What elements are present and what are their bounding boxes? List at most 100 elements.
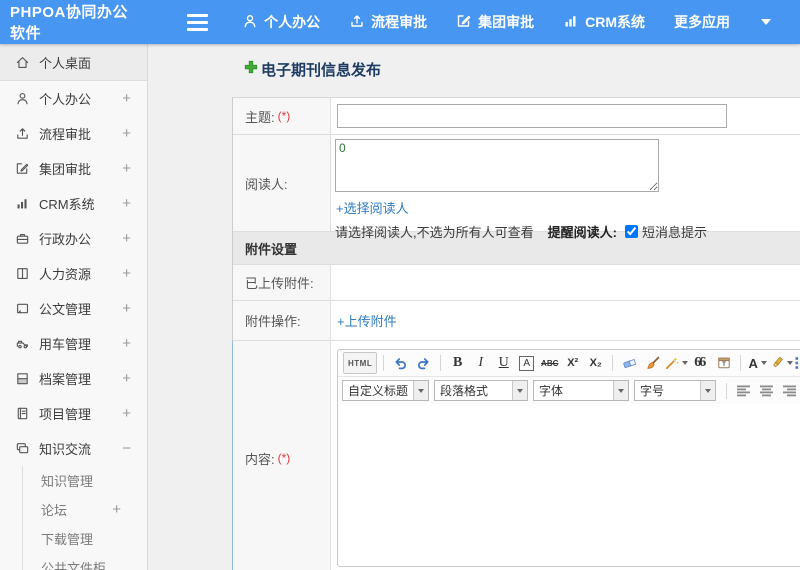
sidebar-item-project[interactable]: 项目管理 + — [0, 396, 147, 431]
main-content: 电子期刊信息发布 主题: (*) 阅读人: 0 +选择阅读人 请选择阅读人,不选… — [149, 44, 800, 570]
sidebar-item-group-approval[interactable]: 集团审批 + — [0, 151, 147, 186]
expand-toggle[interactable]: + — [122, 230, 131, 247]
bar-chart-icon — [14, 196, 30, 212]
document-icon — [14, 301, 30, 317]
paste-text-icon[interactable]: T — [713, 352, 734, 374]
strikethrough-button[interactable]: ABC — [539, 352, 560, 374]
nav-process-approval[interactable]: 流程审批 — [349, 12, 427, 32]
sms-remind-checkbox[interactable] — [624, 225, 638, 238]
bold-button[interactable]: B — [447, 352, 468, 374]
sidebar-item-label: 项目管理 — [39, 407, 92, 422]
blockquote-button[interactable]: 66 — [690, 352, 711, 374]
chat-icon — [14, 441, 30, 457]
subscript-button[interactable]: X₂ — [585, 352, 606, 374]
custom-heading-select[interactable]: 自定义标题 — [342, 380, 430, 401]
expand-toggle[interactable]: + — [122, 90, 131, 107]
nav-crm[interactable]: CRM系统 — [563, 12, 645, 32]
readers-row: 阅读人: 0 +选择阅读人 请选择阅读人,不选为所有人可查看 提醒阅读人: 短消… — [233, 135, 800, 240]
nav-personal-office[interactable]: 个人办公 — [242, 12, 320, 32]
nav-more-apps-caret[interactable] — [759, 19, 771, 25]
sidebar-item-process-approval[interactable]: 流程审批 + — [0, 116, 147, 151]
subject-label: 主题: — [245, 109, 275, 125]
briefcase-icon — [14, 231, 30, 247]
sidebar-item-knowledge[interactable]: 知识交流 − — [0, 431, 147, 466]
nav-group-approval[interactable]: 集团审批 — [456, 12, 534, 32]
nav-more-apps[interactable]: 更多应用 — [674, 12, 730, 32]
sidebar-item-label: 档案管理 — [39, 372, 92, 387]
sidebar-subitem-knowledge-mgmt[interactable]: 知识管理 — [23, 466, 147, 495]
font-style-button[interactable]: A — [516, 352, 537, 374]
undo-icon[interactable] — [390, 352, 411, 374]
expand-toggle[interactable]: + — [122, 405, 131, 422]
sidebar: 个人桌面 个人办公 + 流程审批 + 集团审批 + CRM系统 + 行政办公 + — [0, 44, 148, 570]
plus-icon — [244, 60, 258, 79]
sidebar-item-label: 行政办公 — [39, 232, 92, 247]
sidebar-subitem-public-cabinet[interactable]: 公共文件柜 — [23, 553, 147, 570]
publish-form: 主题: (*) 阅读人: 0 +选择阅读人 请选择阅读人,不选为所有人可查看 提… — [232, 97, 800, 570]
sidebar-item-desktop[interactable]: 个人桌面 — [0, 44, 147, 81]
expand-toggle[interactable]: + — [122, 300, 131, 317]
expand-toggle[interactable]: + — [122, 265, 131, 282]
caret-down-icon — [682, 361, 689, 365]
font-family-select[interactable]: 字体 — [533, 380, 630, 401]
superscript-button[interactable]: X² — [562, 352, 583, 374]
expand-toggle[interactable]: + — [112, 501, 121, 518]
font-size-select[interactable]: 字号 — [634, 380, 717, 401]
archive-icon — [14, 371, 30, 387]
topbar: PHPOA协同办公软件 个人办公 流程审批 集团审批 CRM系统 更多应用 — [0, 0, 800, 44]
sidebar-item-archives[interactable]: 档案管理 + — [0, 361, 147, 396]
attachment-ops-row: 附件操作: +上传附件 — [233, 301, 800, 341]
align-center-icon[interactable] — [756, 380, 777, 402]
sidebar-item-vehicle[interactable]: 用车管理 + — [0, 326, 147, 361]
highlight-color-icon[interactable] — [770, 352, 794, 374]
font-color-button[interactable]: A — [747, 352, 768, 374]
ordered-list-icon[interactable] — [795, 352, 800, 374]
html-source-button[interactable]: HTML — [343, 352, 378, 374]
align-left-icon[interactable] — [733, 380, 754, 402]
expand-toggle[interactable]: + — [122, 370, 131, 387]
redo-icon[interactable] — [413, 352, 434, 374]
sidebar-item-label: CRM系统 — [39, 197, 95, 212]
knowledge-submenu: 知识管理 论坛 + 下载管理 公共文件柜 — [22, 466, 147, 570]
upload-icon — [14, 126, 30, 142]
subject-row: 主题: (*) — [233, 98, 800, 135]
expand-toggle[interactable]: + — [122, 195, 131, 212]
sidebar-item-label: 集团审批 — [39, 162, 92, 177]
expand-toggle[interactable]: + — [122, 160, 131, 177]
paragraph-format-select[interactable]: 段落格式 — [434, 380, 529, 401]
nav-label: 集团审批 — [478, 14, 535, 30]
sidebar-item-hr[interactable]: 人力资源 + — [0, 256, 147, 291]
svg-text:T: T — [722, 361, 726, 368]
caret-down-icon — [787, 361, 794, 365]
select-readers-link[interactable]: +选择阅读人 — [336, 198, 800, 217]
editor-body[interactable] — [338, 404, 800, 564]
underline-button[interactable]: U — [493, 352, 514, 374]
attachment-ops-label: 附件操作: — [245, 314, 301, 329]
content-row: 内容: (*) HTML B I U A ABC X² X₂ 66 T A 自定… — [232, 341, 800, 570]
upload-attachment-link[interactable]: +上传附件 — [337, 311, 397, 330]
sidebar-item-personal-office[interactable]: 个人办公 + — [0, 81, 147, 116]
magic-wand-icon[interactable] — [665, 352, 689, 374]
content-label: 内容: — [245, 451, 275, 467]
sidebar-subitem-download-mgmt[interactable]: 下载管理 — [23, 524, 147, 553]
page: PHPOA协同办公软件 个人办公 流程审批 集团审批 CRM系统 更多应用 个人… — [0, 0, 800, 570]
eraser-icon[interactable] — [619, 352, 640, 374]
expand-toggle[interactable]: + — [122, 335, 131, 352]
collapse-toggle[interactable]: − — [122, 440, 131, 457]
hamburger-menu-icon[interactable] — [187, 13, 209, 31]
expand-toggle[interactable]: + — [122, 125, 131, 142]
uploaded-attachments-label: 已上传附件: — [245, 276, 314, 291]
readers-textarea[interactable]: 0 — [335, 139, 659, 192]
required-mark: (*) — [277, 451, 291, 465]
align-right-icon[interactable] — [779, 380, 800, 402]
sidebar-item-crm[interactable]: CRM系统 + — [0, 186, 147, 221]
sidebar-item-admin-office[interactable]: 行政办公 + — [0, 221, 147, 256]
readers-note-text: 请选择阅读人,不选为所有人可查看 — [335, 225, 534, 240]
subject-input[interactable] — [337, 104, 727, 128]
italic-button[interactable]: I — [470, 352, 491, 374]
sidebar-item-official-doc[interactable]: 公文管理 + — [0, 291, 147, 326]
format-brush-icon[interactable] — [642, 352, 663, 374]
app-title: PHPOA协同办公软件 — [10, 4, 128, 42]
nav-label: CRM系统 — [585, 14, 645, 30]
sidebar-subitem-forum[interactable]: 论坛 + — [23, 495, 147, 524]
